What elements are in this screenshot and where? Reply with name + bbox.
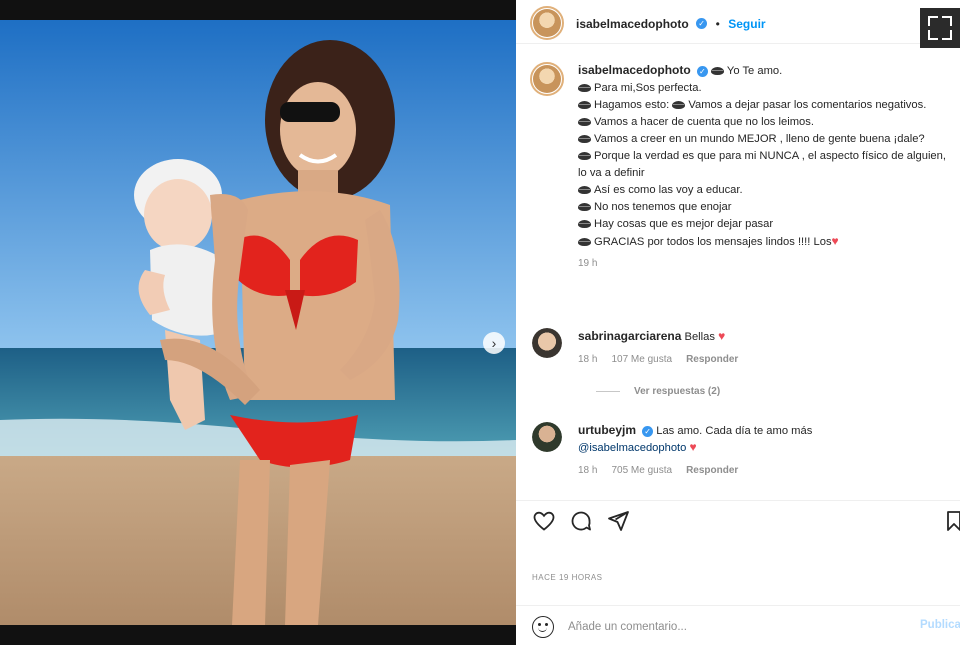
lips-emoji-icon — [578, 186, 591, 195]
caption-line: Así es como las voy a educar. — [594, 184, 743, 196]
emoji-icon[interactable] — [532, 616, 554, 638]
lips-emoji-icon — [578, 203, 591, 212]
publish-button[interactable]: Publicar — [920, 619, 960, 631]
next-photo-button[interactable]: › — [483, 332, 505, 354]
author-line: isabelmacedophoto ✓ • Seguir — [576, 15, 766, 33]
lips-emoji-icon — [710, 67, 724, 76]
lips-emoji-icon — [672, 101, 686, 110]
beach-photo-image — [0, 20, 516, 625]
comment-body: urtubeyjm ✓ Las amo. Cada día te amo más… — [578, 422, 950, 479]
reply-button[interactable]: Responder — [686, 463, 738, 479]
caption-line: Yo Te amo. — [726, 65, 783, 77]
lips-emoji-icon — [578, 152, 591, 161]
verified-icon: ✓ — [696, 18, 708, 30]
reply-button[interactable]: Responder — [686, 352, 738, 368]
view-replies-label: Ver respuestas (2) — [634, 386, 721, 397]
commenter-avatar[interactable] — [532, 422, 562, 452]
verified-icon: ✓ — [696, 65, 708, 77]
comment-meta: 18 h 107 Me gusta Responder — [578, 352, 950, 368]
comment-icon[interactable] — [569, 509, 593, 533]
comment-body: sabrinagarciarena Bellas ♥ 18 h 107 Me g… — [578, 328, 950, 368]
comment-username[interactable]: urtubeyjm — [578, 423, 636, 437]
heart-icon[interactable] — [532, 509, 556, 533]
heart-emoji-icon: ♥ — [689, 440, 697, 454]
share-icon[interactable] — [606, 509, 630, 533]
separator-dot: • — [715, 17, 720, 31]
letterbox-bottom — [0, 625, 516, 645]
caption-line: Porque la verdad es que para mi NUNCA , … — [578, 150, 946, 179]
lips-emoji-icon — [578, 238, 591, 247]
comment-text: Las amo. Cada día te amo más — [656, 425, 813, 437]
comment-meta: 18 h 705 Me gusta Responder — [578, 463, 950, 479]
caption-avatar[interactable] — [530, 62, 564, 96]
comment-username[interactable]: sabrinagarciarena — [578, 329, 681, 343]
caption-username[interactable]: isabelmacedophoto — [578, 63, 691, 77]
post-photo[interactable]: › — [0, 20, 516, 625]
caption-line: No nos tenemos que enojar — [594, 201, 732, 213]
caption-line: Para mi,Sos perfecta. — [594, 82, 702, 94]
post-side-panel: isabelmacedophoto ✓ • Seguir isabelmaced… — [516, 0, 960, 645]
heart-emoji-icon: ♥ — [718, 329, 726, 343]
lips-emoji-icon — [578, 84, 591, 93]
comment-bar: Publicar — [516, 605, 960, 645]
posted-ago: HACE 19 HORAS — [532, 573, 603, 582]
lips-emoji-icon — [578, 135, 591, 144]
comment-mention[interactable]: @isabelmacedophoto — [578, 442, 686, 454]
comment-time: 18 h — [578, 465, 598, 476]
caption-line: Vamos a creer en un mundo MEJOR , lleno … — [594, 133, 925, 145]
caption-line: Hay cosas que es mejor dejar pasar — [594, 218, 774, 230]
post-actions — [516, 500, 960, 538]
author-avatar[interactable] — [530, 6, 564, 40]
lips-emoji-icon — [578, 118, 591, 127]
caption-line: Hagamos esto: — [594, 99, 670, 111]
comment-likes[interactable]: 705 Me gusta — [611, 463, 672, 479]
post-header: isabelmacedophoto ✓ • Seguir — [516, 0, 960, 48]
comment-time: 18 h — [578, 354, 598, 365]
follow-button[interactable]: Seguir — [728, 17, 765, 31]
caption-line: GRACIAS por todos los mensajes lindos !!… — [594, 236, 832, 248]
commenter-avatar[interactable] — [532, 328, 562, 358]
caption-line: Vamos a dejar pasar los comentarios nega… — [688, 99, 927, 111]
comment-input[interactable] — [568, 617, 898, 637]
heart-emoji-icon: ♥ — [831, 234, 839, 248]
instagram-post-view: › isabelmacedophoto ✓ • Seguir isabelmac… — [0, 0, 960, 645]
comment-text: Bellas — [684, 331, 715, 343]
view-replies-button[interactable]: Ver respuestas (2) — [596, 386, 720, 397]
caption-line: Vamos a hacer de cuenta que no los leimo… — [594, 116, 814, 128]
letterbox-top — [0, 0, 516, 20]
bookmark-icon[interactable] — [946, 509, 960, 533]
verified-icon: ✓ — [642, 425, 654, 437]
author-username[interactable]: isabelmacedophoto — [576, 17, 689, 31]
caption-text: isabelmacedophoto ✓ Yo Te amo. Para mi,S… — [578, 62, 950, 272]
comment-likes[interactable]: 107 Me gusta — [611, 352, 672, 368]
fullscreen-icon[interactable] — [920, 8, 960, 48]
lips-emoji-icon — [578, 220, 591, 229]
lips-emoji-icon — [578, 101, 591, 110]
replies-line — [596, 391, 620, 392]
chevron-right-icon: › — [491, 335, 497, 351]
caption-time: 19 h — [578, 258, 598, 269]
